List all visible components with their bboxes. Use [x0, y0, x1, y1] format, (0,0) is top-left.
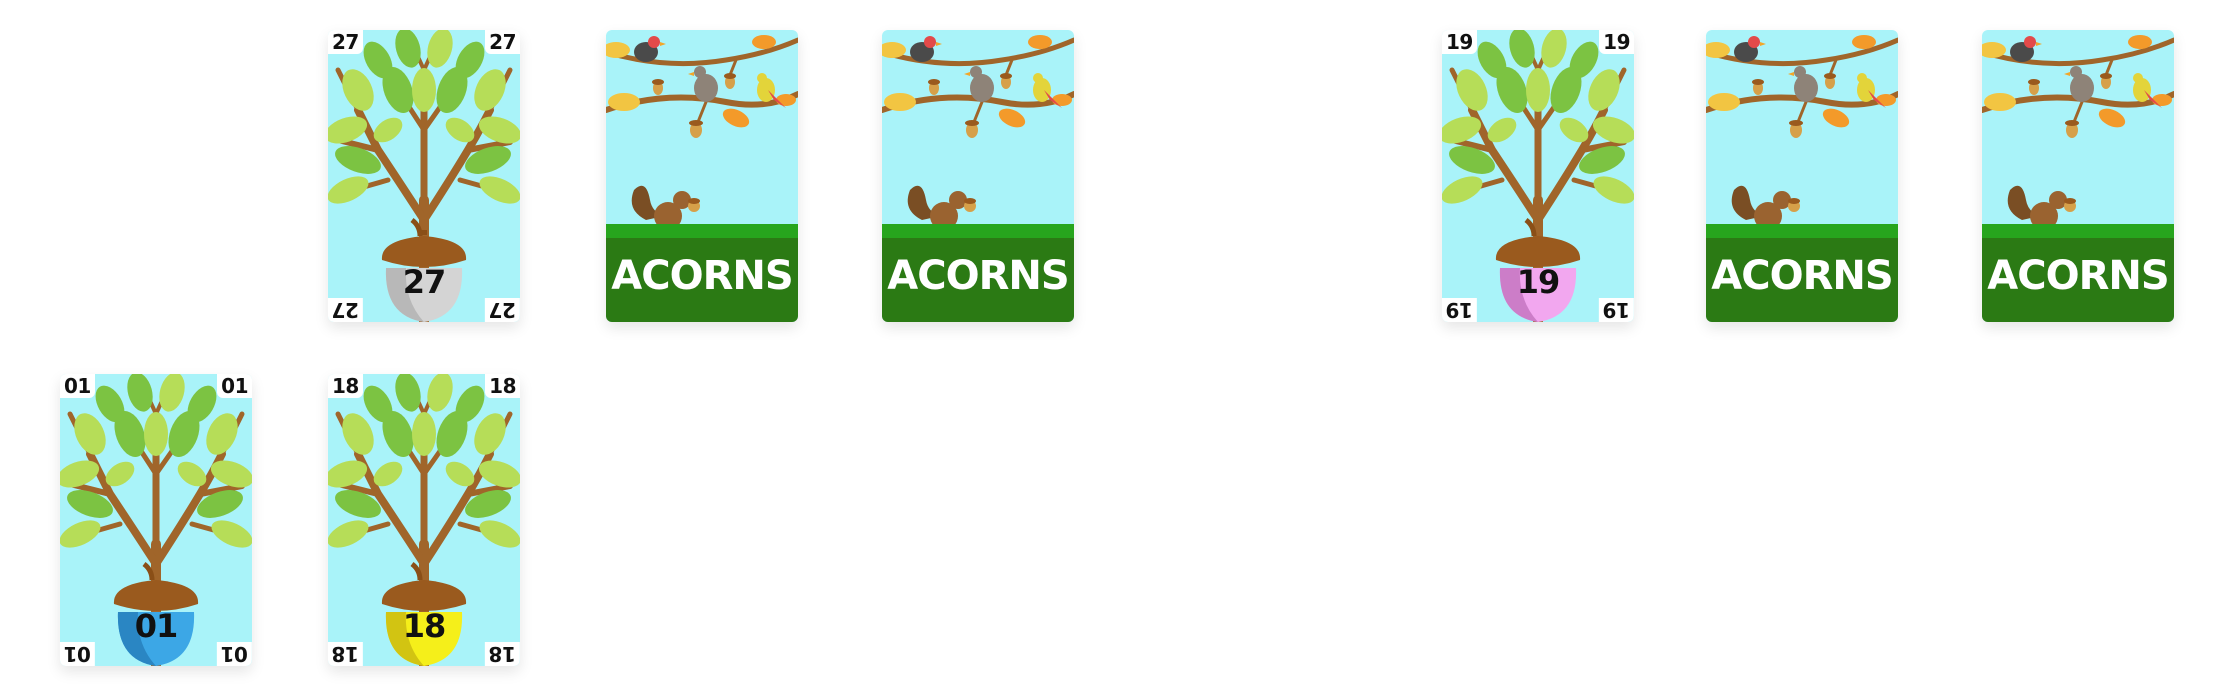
corner-number: 18: [328, 642, 363, 666]
card-back-label: ACORNS: [1987, 253, 2169, 299]
card-face[interactable]: 19 19 19 19 19: [1442, 30, 1634, 322]
card-back[interactable]: ACORNS: [606, 30, 798, 322]
corner-number: 19: [1442, 30, 1477, 54]
corner-number: 27: [485, 298, 520, 322]
corner-number: 18: [328, 374, 363, 398]
card-number: 27: [402, 263, 447, 301]
card-number: 01: [134, 607, 179, 645]
corner-number: 27: [328, 30, 363, 54]
card-number: 18: [402, 607, 447, 645]
corner-number: 19: [1442, 298, 1477, 322]
card-face[interactable]: 27 27 27 27 27: [328, 30, 520, 322]
card-face[interactable]: 18 18 18 18 18: [328, 374, 520, 666]
corner-number: 18: [485, 374, 520, 398]
corner-number: 18: [485, 642, 520, 666]
corner-number: 19: [1599, 298, 1634, 322]
corner-number: 01: [60, 642, 95, 666]
corner-number: 01: [60, 374, 95, 398]
card-number: 19: [1516, 263, 1561, 301]
corner-number: 27: [485, 30, 520, 54]
card-back[interactable]: ACORNS: [1982, 30, 2174, 322]
corner-number: 01: [217, 374, 252, 398]
card-back-label: ACORNS: [1711, 253, 1893, 299]
corner-number: 01: [217, 642, 252, 666]
card-back-label: ACORNS: [887, 253, 1069, 299]
corner-number: 27: [328, 298, 363, 322]
card-back[interactable]: ACORNS: [882, 30, 1074, 322]
card-face[interactable]: 01 01 01 01 01: [60, 374, 252, 666]
corner-number: 19: [1599, 30, 1634, 54]
card-back-label: ACORNS: [611, 253, 793, 299]
card-back[interactable]: ACORNS: [1706, 30, 1898, 322]
